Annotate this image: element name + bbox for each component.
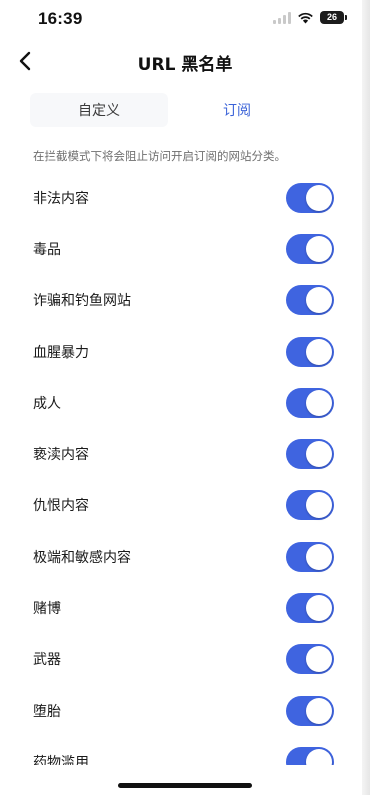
category-toggle[interactable] bbox=[286, 387, 334, 418]
category-label: 血腥暴力 bbox=[33, 344, 89, 361]
toggle-knob bbox=[306, 235, 332, 262]
list-item: 药物滥用 bbox=[0, 736, 370, 765]
category-toggle[interactable] bbox=[286, 285, 334, 316]
list-item: 亵渎内容 bbox=[0, 428, 370, 479]
list-item: 赌博 bbox=[0, 582, 370, 633]
category-toggle[interactable] bbox=[286, 644, 334, 675]
category-toggle[interactable] bbox=[286, 182, 334, 213]
toggle-knob bbox=[306, 441, 332, 468]
toggle-knob bbox=[306, 543, 332, 570]
list-item: 极端和敏感内容 bbox=[0, 531, 370, 582]
list-item: 血腥暴力 bbox=[0, 326, 370, 377]
scroll-edge bbox=[362, 0, 370, 795]
list-item: 堕胎 bbox=[0, 685, 370, 736]
category-label: 仇恨内容 bbox=[33, 498, 89, 515]
category-label: 极端和敏感内容 bbox=[33, 549, 131, 566]
toggle-knob bbox=[306, 595, 332, 622]
category-toggle[interactable] bbox=[286, 593, 334, 624]
toggle-knob bbox=[306, 184, 332, 211]
category-label: 毒品 bbox=[33, 241, 61, 258]
navigation-bar: URL 黑名单 bbox=[0, 42, 370, 80]
list-item: 成人 bbox=[0, 377, 370, 428]
category-toggle[interactable] bbox=[286, 233, 334, 264]
description-text: 在拦截模式下将会阻止访问开启订阅的网站分类。 bbox=[33, 149, 286, 163]
category-toggle[interactable] bbox=[286, 490, 334, 521]
toggle-knob bbox=[306, 697, 332, 724]
list-item: 诈骗和钓鱼网站 bbox=[0, 275, 370, 326]
category-list: 非法内容 毒品 诈骗和钓鱼网站 血腥暴力 成人 亵渎内容 仇恨内容 极端和敏感内… bbox=[0, 172, 370, 765]
tab-subscribe[interactable]: 订阅 bbox=[168, 93, 306, 127]
list-item: 非法内容 bbox=[0, 172, 370, 223]
status-indicators: 26 bbox=[273, 11, 347, 24]
category-label: 非法内容 bbox=[33, 190, 89, 207]
category-toggle[interactable] bbox=[286, 695, 334, 726]
category-label: 亵渎内容 bbox=[33, 447, 89, 464]
category-toggle[interactable] bbox=[286, 336, 334, 367]
toggle-knob bbox=[306, 748, 332, 765]
category-label: 成人 bbox=[33, 395, 61, 412]
status-bar: 16:39 26 bbox=[0, 0, 370, 40]
category-toggle[interactable] bbox=[286, 541, 334, 572]
toggle-knob bbox=[306, 338, 332, 365]
list-item: 仇恨内容 bbox=[0, 480, 370, 531]
page-title: URL 黑名单 bbox=[137, 55, 233, 75]
category-label: 堕胎 bbox=[33, 703, 61, 720]
category-label: 诈骗和钓鱼网站 bbox=[33, 293, 131, 310]
category-label: 武器 bbox=[33, 652, 61, 669]
screen-content: 16:39 26 URL 黑名单 自定义 订阅 在拦截模式下将会阻止访问开启订阅… bbox=[0, 0, 370, 765]
tab-custom[interactable]: 自定义 bbox=[30, 93, 168, 127]
category-toggle[interactable] bbox=[286, 439, 334, 470]
cellular-signal-icon bbox=[273, 11, 291, 24]
category-label: 赌博 bbox=[33, 601, 61, 618]
wifi-icon bbox=[298, 12, 313, 23]
toggle-knob bbox=[306, 287, 332, 314]
battery-icon: 26 bbox=[320, 11, 347, 24]
category-label: 药物滥用 bbox=[33, 754, 89, 765]
list-item: 武器 bbox=[0, 634, 370, 685]
home-indicator[interactable] bbox=[118, 783, 252, 788]
category-toggle[interactable] bbox=[286, 746, 334, 765]
toggle-knob bbox=[306, 646, 332, 673]
toggle-knob bbox=[306, 492, 332, 519]
segmented-control: 自定义 订阅 bbox=[30, 93, 306, 127]
list-item: 毒品 bbox=[0, 223, 370, 274]
toggle-knob bbox=[306, 389, 332, 416]
status-time: 16:39 bbox=[38, 9, 83, 28]
